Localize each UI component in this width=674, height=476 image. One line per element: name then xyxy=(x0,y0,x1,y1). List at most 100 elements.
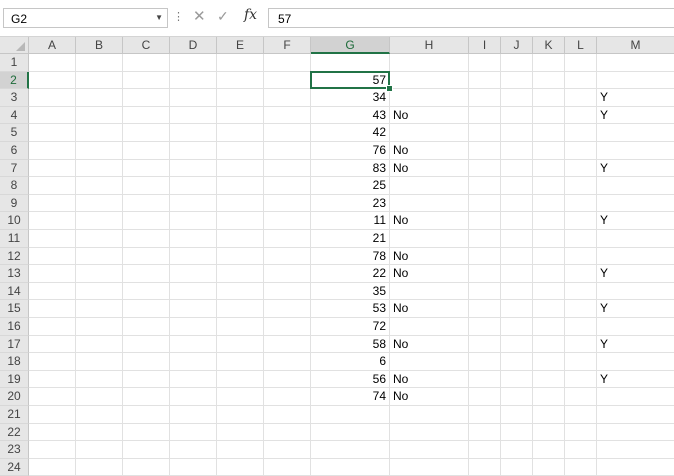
cell-h7[interactable]: No xyxy=(393,160,408,177)
cell-m17[interactable]: Y xyxy=(600,336,608,353)
cell-g13[interactable]: 22 xyxy=(311,265,386,282)
row-header-14[interactable]: 14 xyxy=(0,282,29,301)
column-gridline xyxy=(263,54,264,475)
select-all-triangle-icon xyxy=(16,42,25,51)
formula-bar-buttons: ✕ ✓ fx xyxy=(186,7,264,28)
column-header-c[interactable]: C xyxy=(123,37,170,54)
cell-m3[interactable]: Y xyxy=(600,89,608,106)
column-gridline xyxy=(122,54,123,475)
more-options-icon[interactable]: ⋮ xyxy=(173,10,184,23)
cell-g19[interactable]: 56 xyxy=(311,371,386,388)
insert-function-icon[interactable]: fx xyxy=(244,7,257,23)
row-header-19[interactable]: 19 xyxy=(0,370,29,389)
row-header-20[interactable]: 20 xyxy=(0,388,29,406)
column-gridline xyxy=(169,54,170,475)
selected-cell-outline xyxy=(310,70,390,90)
cell-h12[interactable]: No xyxy=(393,248,408,265)
cell-g3[interactable]: 34 xyxy=(311,89,386,106)
column-gridline xyxy=(532,54,533,475)
column-header-e[interactable]: E xyxy=(217,37,264,54)
row-gridline xyxy=(29,422,674,424)
row-header-23[interactable]: 23 xyxy=(0,441,29,459)
row-header-9[interactable]: 9 xyxy=(0,194,29,213)
enter-icon[interactable]: ✓ xyxy=(217,8,229,25)
cell-h13[interactable]: No xyxy=(393,265,408,282)
row-header-2[interactable]: 2 xyxy=(0,71,29,90)
row-header-24[interactable]: 24 xyxy=(0,458,29,476)
formula-bar: G2 ▼ ⋮ ✕ ✓ fx 57 xyxy=(0,0,674,36)
row-header-3[interactable]: 3 xyxy=(0,89,29,107)
cell-g6[interactable]: 76 xyxy=(311,142,386,159)
column-header-a[interactable]: A xyxy=(29,37,76,54)
column-gridline xyxy=(389,54,390,475)
cell-h4[interactable]: No xyxy=(393,107,408,124)
cell-g7[interactable]: 83 xyxy=(311,160,386,177)
row-gridline xyxy=(29,457,674,459)
cell-m4[interactable]: Y xyxy=(600,107,608,124)
column-header-k[interactable]: K xyxy=(533,37,565,54)
cell-g5[interactable]: 42 xyxy=(311,124,386,141)
row-header-22[interactable]: 22 xyxy=(0,423,29,442)
cell-m15[interactable]: Y xyxy=(600,300,608,317)
column-gridline xyxy=(596,54,597,475)
row-header-6[interactable]: 6 xyxy=(0,142,29,160)
column-header-g[interactable]: G xyxy=(311,37,390,54)
cell-g16[interactable]: 72 xyxy=(311,318,386,335)
cell-h19[interactable]: No xyxy=(393,371,408,388)
fill-handle[interactable] xyxy=(386,85,393,93)
cell-g14[interactable]: 35 xyxy=(311,283,386,300)
row-header-8[interactable]: 8 xyxy=(0,177,29,195)
column-header-d[interactable]: D xyxy=(170,37,217,54)
column-header-f[interactable]: F xyxy=(264,37,311,54)
column-gridline xyxy=(564,54,565,475)
column-header-h[interactable]: H xyxy=(390,37,469,54)
row-header-5[interactable]: 5 xyxy=(0,124,29,142)
column-gridline xyxy=(468,54,469,475)
column-header-l[interactable]: L xyxy=(565,37,597,54)
cell-g11[interactable]: 21 xyxy=(311,230,386,247)
cell-g17[interactable]: 58 xyxy=(311,336,386,353)
cell-m13[interactable]: Y xyxy=(600,265,608,282)
cell-g4[interactable]: 43 xyxy=(311,107,386,124)
row-header-15[interactable]: 15 xyxy=(0,300,29,318)
column-gridline xyxy=(500,54,501,475)
row-header-1[interactable]: 1 xyxy=(0,54,29,72)
cell-m7[interactable]: Y xyxy=(600,160,608,177)
cell-g20[interactable]: 74 xyxy=(311,388,386,405)
row-header-21[interactable]: 21 xyxy=(0,406,29,424)
column-gridline xyxy=(216,54,217,475)
cell-h6[interactable]: No xyxy=(393,142,408,159)
chevron-down-icon[interactable]: ▼ xyxy=(155,13,163,22)
row-header-11[interactable]: 11 xyxy=(0,230,29,248)
row-header-10[interactable]: 10 xyxy=(0,212,29,230)
select-all-button[interactable] xyxy=(0,37,29,54)
row-header-13[interactable]: 13 xyxy=(0,265,29,283)
cell-g9[interactable]: 23 xyxy=(311,195,386,212)
cancel-icon[interactable]: ✕ xyxy=(193,7,206,25)
column-header-b[interactable]: B xyxy=(76,37,123,54)
cell-g10[interactable]: 11 xyxy=(311,212,386,229)
cell-g18[interactable]: 6 xyxy=(311,353,386,370)
row-header-12[interactable]: 12 xyxy=(0,247,29,266)
row-header-16[interactable]: 16 xyxy=(0,318,29,336)
cell-h20[interactable]: No xyxy=(393,388,408,405)
cell-m10[interactable]: Y xyxy=(600,212,608,229)
row-header-7[interactable]: 7 xyxy=(0,159,29,178)
row-header-17[interactable]: 17 xyxy=(0,335,29,354)
cell-g15[interactable]: 53 xyxy=(311,300,386,317)
row-gridline xyxy=(29,440,674,442)
column-header-i[interactable]: I xyxy=(469,37,501,54)
row-header-4[interactable]: 4 xyxy=(0,106,29,125)
cell-h17[interactable]: No xyxy=(393,336,408,353)
cell-m19[interactable]: Y xyxy=(600,371,608,388)
cell-h15[interactable]: No xyxy=(393,300,408,317)
formula-input[interactable]: 57 xyxy=(268,8,674,28)
column-header-j[interactable]: J xyxy=(501,37,533,54)
name-box-text: G2 xyxy=(11,12,28,26)
cell-g8[interactable]: 25 xyxy=(311,177,386,194)
name-box[interactable]: G2 ▼ xyxy=(3,8,168,28)
column-header-m[interactable]: M xyxy=(597,37,674,54)
cell-g12[interactable]: 78 xyxy=(311,248,386,265)
row-header-18[interactable]: 18 xyxy=(0,353,29,371)
cell-h10[interactable]: No xyxy=(393,212,408,229)
